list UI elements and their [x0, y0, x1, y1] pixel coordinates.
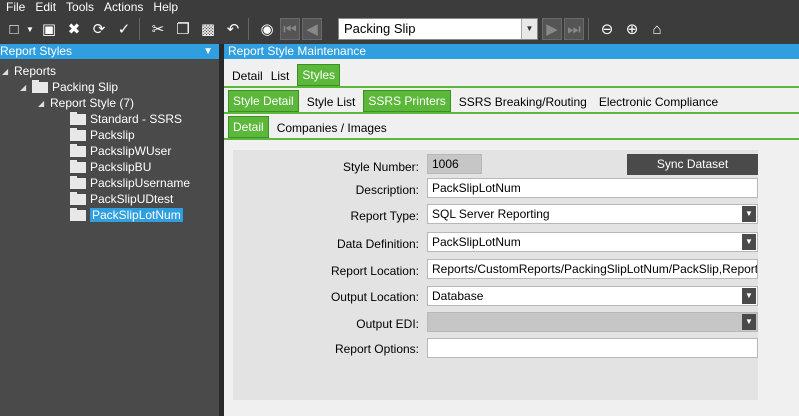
folder-icon [70, 127, 86, 141]
style-number-label: Style Number: [342, 160, 419, 174]
tree-node-reports[interactable]: ◢ Reports [2, 63, 56, 79]
folder-icon [70, 207, 86, 221]
collapse-icon[interactable]: ◢ [2, 67, 14, 76]
clear-icon[interactable]: ✓ [113, 18, 135, 40]
tree-node-report-style[interactable]: ◢ Report Style (7) [38, 95, 134, 111]
copy-icon[interactable]: ❐ [172, 18, 194, 40]
menu-actions[interactable]: Actions [104, 0, 143, 14]
refresh-icon[interactable]: ⟳ [88, 18, 110, 40]
panel-title: Report Styles ▼ [0, 44, 219, 59]
tab-list[interactable]: List [267, 66, 294, 86]
prev-record-icon[interactable]: ◀ [302, 18, 322, 40]
detail-subtabs: Detail Companies / Images [224, 114, 799, 138]
output-location-select[interactable]: Database ▼ [427, 286, 758, 306]
tree-item[interactable]: PackslipUsername [70, 175, 190, 191]
delete-icon[interactable]: ✖ [63, 18, 85, 40]
tree-item[interactable]: Standard - SSRS [70, 111, 182, 127]
tab-style-list[interactable]: Style List [303, 92, 360, 112]
next-record-icon[interactable]: ▶ [542, 18, 562, 40]
tree-item-selected[interactable]: PackSlipLotNum [70, 207, 183, 223]
output-edi-label: Output EDI: [356, 317, 419, 331]
new-dropdown-icon[interactable]: ▼ [25, 18, 35, 40]
description-field[interactable]: PackSlipLotNum [427, 178, 758, 198]
menu-file[interactable]: File [6, 0, 25, 14]
record-combo-value: Packing Slip [344, 21, 416, 36]
tree-item[interactable]: Packslip [70, 127, 135, 143]
menu-bar: File Edit Tools Actions Help [0, 0, 799, 14]
sync-dataset-button[interactable]: Sync Dataset [627, 154, 758, 175]
save-icon[interactable]: ▣ [38, 18, 60, 40]
report-location-label: Report Location: [330, 264, 419, 278]
toolbar-divider [139, 18, 140, 40]
tree-item[interactable]: PackSlipUDtest [70, 191, 173, 207]
style-detail-form: Style Number: 1006 Sync Dataset Descript… [233, 150, 758, 400]
last-record-icon[interactable]: ⏭ [564, 18, 584, 40]
report-style-maintenance: Report Style Maintenance Detail List Sty… [224, 44, 799, 416]
folder-icon [70, 159, 86, 173]
tree-item[interactable]: PackslipBU [70, 159, 151, 175]
new-icon[interactable]: □ [3, 18, 25, 40]
toolbar: □ ▼ ▣ ✖ ⟳ ✓ ✂ ❐ ▩ ↶ ◉ ⏮ ◀ Packing Slip ▼… [0, 14, 799, 44]
main-tabs: Detail List Styles [224, 62, 799, 86]
tree-item[interactable]: PackslipWUser [70, 143, 171, 159]
tab-ssrs-breaking-routing[interactable]: SSRS Breaking/Routing [455, 92, 591, 112]
undo-icon[interactable]: ↶ [222, 18, 244, 40]
chevron-down-icon[interactable]: ▼ [742, 288, 756, 304]
folder-icon [32, 79, 48, 93]
tab-styles[interactable]: Styles [297, 64, 341, 86]
report-options-label: Report Options: [334, 342, 419, 356]
tab-electronic-compliance[interactable]: Electronic Compliance [595, 92, 722, 112]
description-label: Description: [355, 183, 419, 197]
data-definition-label: Data Definition: [336, 237, 419, 251]
tab-underline [224, 138, 799, 140]
forward-icon[interactable]: ⊕ [621, 18, 643, 40]
folder-icon [70, 175, 86, 189]
binoculars-icon[interactable]: ◉ [256, 18, 278, 40]
output-location-label: Output Location: [330, 290, 419, 304]
report-location-field[interactable]: Reports/CustomReports/PackingSlipLotNum/… [427, 259, 758, 279]
toolbar-divider [248, 18, 249, 40]
collapse-icon[interactable]: ◢ [38, 99, 50, 108]
back-icon[interactable]: ⊖ [596, 18, 618, 40]
folder-icon [70, 191, 86, 205]
chevron-down-icon: ▼ [742, 314, 756, 330]
report-styles-panel: Report Styles ▼ ◢ Reports ◢ Packing Slip… [0, 44, 219, 416]
report-options-field[interactable] [427, 338, 758, 358]
first-record-icon[interactable]: ⏮ [280, 18, 300, 40]
main-title: Report Style Maintenance [224, 44, 799, 59]
menu-help[interactable]: Help [153, 0, 178, 14]
cut-icon[interactable]: ✂ [147, 18, 169, 40]
folder-icon [70, 111, 86, 125]
output-edi-select: ▼ [427, 312, 758, 332]
tab-detail-inner[interactable]: Detail [228, 116, 269, 138]
tab-ssrs-printers[interactable]: SSRS Printers [363, 90, 451, 112]
chevron-down-icon[interactable]: ▼ [521, 19, 537, 39]
tab-style-detail[interactable]: Style Detail [228, 90, 299, 112]
toolbar-divider [588, 18, 589, 40]
pin-icon[interactable]: ▼ [203, 44, 213, 59]
paste-icon[interactable]: ▩ [197, 18, 219, 40]
chevron-down-icon[interactable]: ▼ [742, 206, 756, 222]
style-subtabs: Style Detail Style List SSRS Printers SS… [224, 88, 799, 112]
chevron-down-icon[interactable]: ▼ [742, 234, 756, 250]
tab-companies-images[interactable]: Companies / Images [273, 118, 391, 138]
menu-edit[interactable]: Edit [35, 0, 56, 14]
tab-detail[interactable]: Detail [228, 66, 267, 86]
record-combo[interactable]: Packing Slip ▼ [338, 18, 538, 40]
collapse-icon[interactable]: ◢ [20, 83, 32, 92]
tree-node-packing-slip[interactable]: ◢ Packing Slip [20, 79, 118, 95]
data-definition-select[interactable]: PackSlipLotNum ▼ [427, 232, 758, 252]
report-type-label: Report Type: [350, 209, 419, 223]
report-type-select[interactable]: SQL Server Reporting ▼ [427, 204, 758, 224]
folder-icon [70, 143, 86, 157]
home-icon[interactable]: ⌂ [646, 18, 668, 40]
style-number-field: 1006 [427, 154, 482, 174]
menu-tools[interactable]: Tools [66, 0, 94, 14]
